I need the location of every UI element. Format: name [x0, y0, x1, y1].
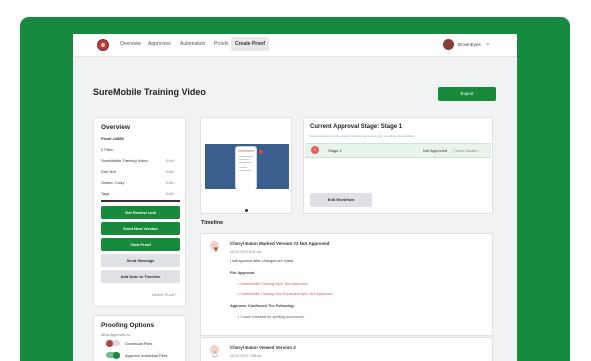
approval-stage-card: Current Approval Stage: Stage 1 Set an a… — [303, 117, 493, 214]
export-button[interactable]: Export — [438, 87, 496, 101]
send-new-version-button[interactable]: Send New Version — [101, 222, 180, 235]
overview-row-due: Due N/A — [101, 169, 117, 174]
proofing-options-card: Proofing Options Allow Approvers to: Dow… — [93, 315, 186, 361]
proof-id: Proof #4585 — [101, 136, 124, 141]
edit-name-link[interactable]: Edit › — [166, 158, 175, 163]
edit-workflow-button[interactable]: Edit Workflow — [310, 193, 372, 207]
annotation-marker-icon — [259, 150, 263, 154]
overview-card: Overview Proof #4585 2 Files SureMobile … — [93, 117, 186, 307]
file-count: 2 Files — [101, 147, 113, 152]
view-proof-button[interactable]: View Proof — [101, 238, 180, 251]
overview-row-owner: Owner: Cody — [101, 180, 125, 185]
approve-individual-toggle[interactable] — [106, 351, 120, 359]
approval-subtitle: Set an approver to the priority, sharing… — [310, 134, 415, 138]
nav-overview[interactable]: Overview — [120, 41, 141, 47]
edit-tags-link[interactable]: Edit › — [166, 191, 175, 196]
download-files-toggle[interactable] — [106, 339, 120, 347]
device-frame: Overview Approvers Automation Proofs Cre… — [20, 17, 570, 361]
app-logo[interactable] — [97, 39, 109, 51]
download-files-label: Download Files — [125, 341, 153, 346]
timeline-entry-date: 06-22-2023 7:58 am — [230, 354, 262, 358]
approve-individual-label: Approve Individual Files — [125, 353, 168, 358]
edit-due-link[interactable]: Edit › — [166, 169, 175, 174]
overview-title: Overview — [101, 124, 130, 131]
stage-label: Stage 1 — [328, 148, 342, 153]
timeline-entry-heading: Cheryl Eaton Marked Version #2 Not Appro… — [230, 241, 330, 246]
get-review-link-button[interactable]: Get Review Link — [101, 206, 180, 219]
user-avatar[interactable] — [443, 39, 454, 50]
file-status-item: • SureMobile Training Rev Expected.mp4: … — [238, 292, 333, 296]
overview-row-name: SureMobile Training Video — [101, 158, 148, 163]
nav-proofs[interactable]: Proofs — [214, 41, 228, 47]
delete-proof-link[interactable]: Delete Proof? — [152, 292, 176, 297]
timeline-entry-message: I will approve after changes are made. — [230, 259, 295, 263]
timeline-title: Timeline — [201, 220, 224, 226]
proof-preview-card — [200, 117, 292, 214]
timeline-entry-heading: Cheryl Eaton Viewed Version 2 — [230, 345, 296, 350]
viewed-icon: △ — [208, 345, 222, 361]
phone-mockup — [235, 146, 257, 189]
proofing-title: Proofing Options — [101, 322, 155, 329]
overview-divider — [101, 200, 180, 202]
file-approval-label: File Approval: — [230, 271, 256, 275]
stage-status: Not Approved — [423, 148, 448, 153]
carousel-dot[interactable] — [245, 209, 248, 212]
confirmed-item: • I have checked for spelling and errors… — [238, 315, 305, 319]
edit-owner-link[interactable]: Edit › — [166, 180, 175, 185]
confirmed-label: Approver Confirmed The Following: — [230, 304, 295, 308]
app-screen: Overview Approvers Automation Proofs Cre… — [73, 34, 517, 361]
send-message-button[interactable]: Send Message — [101, 254, 180, 267]
chevron-down-icon[interactable]: ⌄ — [485, 39, 491, 47]
file-status-item: • SureMobile Training.mp4: Not Approved — [238, 282, 308, 286]
proofing-subtitle: Allow Approvers to: — [101, 333, 131, 337]
nav-create-proof[interactable]: Create Proof — [231, 37, 270, 51]
view-details-link[interactable]: | View Details › — [453, 148, 480, 153]
timeline-entry: ▼ Cheryl Eaton Marked Version #2 Not App… — [200, 233, 493, 336]
add-note-button[interactable]: Add Note to Timeline — [101, 270, 180, 283]
proof-thumbnail[interactable] — [205, 144, 289, 189]
thumbs-down-icon: ▼ — [208, 241, 222, 257]
timeline-entry: △ Cheryl Eaton Viewed Version 2 06-22-20… — [200, 337, 493, 361]
nav-approvers[interactable]: Approvers — [148, 41, 171, 47]
approval-title: Current Approval Stage: Stage 1 — [310, 124, 403, 130]
overview-row-tags: Tags — [101, 191, 110, 196]
user-name[interactable]: BrownEyes — [458, 42, 481, 47]
stage-row[interactable]: 1 Stage 1 Not Approved | View Details › — [305, 143, 491, 158]
stage-number-badge: 1 — [311, 146, 319, 154]
top-navigation: Overview Approvers Automation Proofs Cre… — [73, 34, 517, 57]
timeline-entry-date: 06-22-2023 8:01 am — [230, 250, 262, 254]
page-title: SureMobile Training Video — [93, 87, 206, 97]
nav-automation[interactable]: Automation — [180, 41, 205, 47]
